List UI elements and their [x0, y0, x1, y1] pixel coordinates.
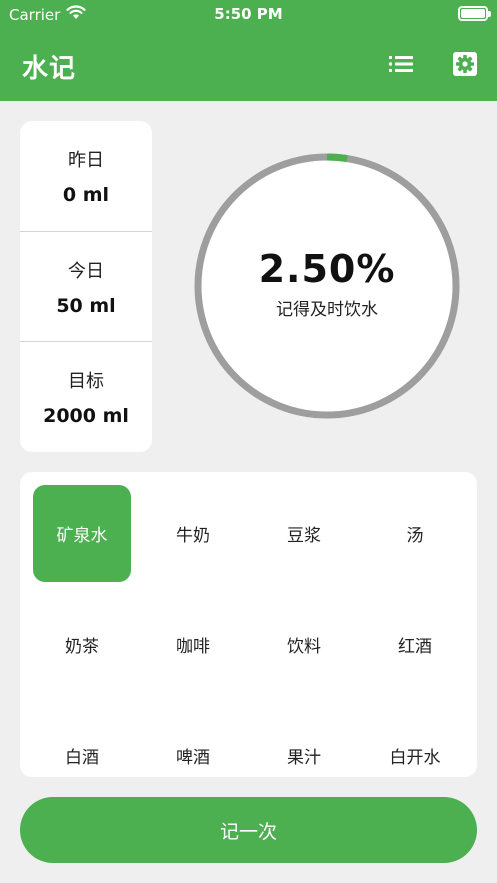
drink-option[interactable]: 牛奶 [144, 485, 242, 582]
drink-option[interactable]: 红酒 [366, 596, 464, 693]
app-title: 水记 [22, 54, 77, 84]
drink-option[interactable]: 果汁 [255, 707, 353, 777]
progress-percent: 2.50% [258, 246, 396, 291]
ring-center: 2.50% 记得及时饮水 [194, 153, 460, 419]
stat-today: 今日 50 ml [20, 231, 152, 341]
progress-caption: 记得及时饮水 [276, 299, 378, 320]
stat-value: 50 ml [56, 294, 116, 317]
stat-yesterday: 昨日 0 ml [20, 121, 152, 231]
drink-option[interactable]: 啤酒 [144, 707, 242, 777]
progress-ring: 2.50% 记得及时饮水 [194, 153, 460, 419]
drink-option[interactable]: 咖啡 [144, 596, 242, 693]
stat-label: 昨日 [68, 150, 104, 171]
drink-option[interactable]: 奶茶 [33, 596, 131, 693]
header: Carrier 5:50 PM 水记 [0, 0, 497, 101]
drink-type-grid: 矿泉水 牛奶 豆浆汤奶茶 咖啡 饮料 红酒白酒 啤酒 果汁 白开水 [20, 472, 477, 777]
drink-option[interactable]: 白开水 [366, 707, 464, 777]
record-button[interactable]: 记一次 [20, 797, 477, 863]
drink-option[interactable]: 矿泉水 [33, 485, 131, 582]
battery-fill [461, 9, 485, 18]
drink-option[interactable]: 汤 [366, 485, 464, 582]
list-icon[interactable] [387, 50, 415, 78]
drink-option[interactable]: 白酒 [33, 707, 131, 777]
stat-value: 0 ml [62, 184, 110, 206]
stat-label: 目标 [68, 370, 104, 392]
drink-option[interactable]: 豆浆 [255, 485, 353, 582]
stat-goal: 目标 2000 ml [20, 341, 152, 451]
battery-icon [458, 6, 491, 21]
stat-label: 今日 [68, 260, 104, 282]
gear-icon[interactable] [451, 50, 479, 78]
stat-value: 2000 ml [43, 404, 129, 427]
status-bar: Carrier 5:50 PM [0, 0, 497, 30]
status-time: 5:50 PM [214, 5, 283, 23]
app-screen: Carrier 5:50 PM 水记 昨日 0 ml 今日 50 ml 目标 2… [0, 0, 497, 883]
stats-card: 昨日 0 ml 今日 50 ml 目标 2000 ml [20, 121, 152, 452]
drink-option[interactable]: 饮料 [255, 596, 353, 693]
